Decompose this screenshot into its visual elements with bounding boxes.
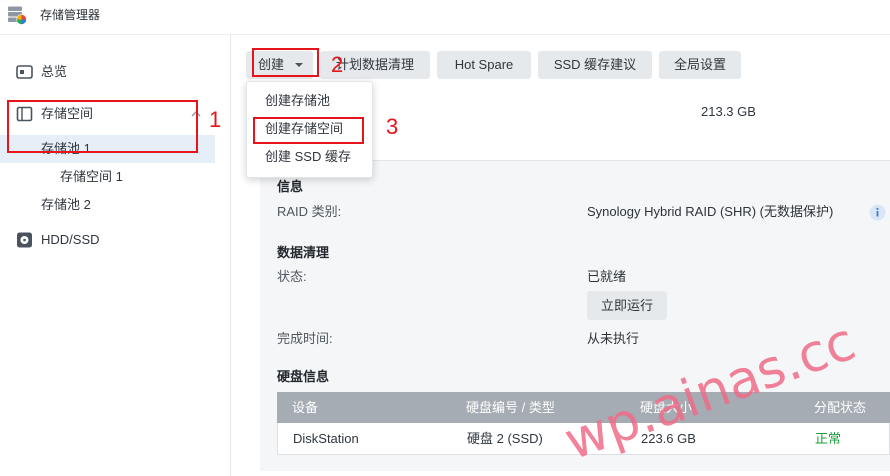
column-header-allocation-status[interactable]: 分配状态 bbox=[814, 392, 866, 423]
menu-item-create-ssd-cache[interactable]: 创建 SSD 缓存 bbox=[247, 143, 372, 171]
annotation-box-1 bbox=[7, 100, 198, 153]
sidebar-item-volume-1[interactable]: 存储空间 1 bbox=[0, 163, 215, 191]
sidebar-item-label: HDD/SSD bbox=[41, 232, 100, 247]
drive-info-heading: 硬盘信息 bbox=[277, 369, 330, 384]
annotation-box-3 bbox=[253, 117, 364, 144]
annotation-box-2 bbox=[252, 48, 319, 77]
annotation-number-1: 1 bbox=[209, 107, 222, 132]
global-settings-button[interactable]: 全局设置 bbox=[659, 51, 741, 79]
overview-icon bbox=[16, 64, 33, 80]
storage-manager-window: 存储管理器 总览 存储空间 存储池 1 存储空间 1 存储池 2 HDD/SSD… bbox=[0, 0, 890, 476]
raid-type-label: RAID 类别: bbox=[277, 204, 342, 219]
cell-device: DiskStation bbox=[293, 431, 359, 446]
hot-spare-button[interactable]: Hot Spare bbox=[437, 51, 531, 79]
annotation-number-2: 2 bbox=[331, 52, 344, 77]
raid-type-value: Synology Hybrid RAID (SHR) (无数据保护) bbox=[587, 204, 834, 219]
last-run-value: 从未执行 bbox=[587, 331, 640, 346]
cell-allocation-status: 正常 bbox=[815, 431, 842, 446]
sidebar-item-label: 存储池 2 bbox=[41, 197, 91, 212]
info-icon[interactable] bbox=[869, 204, 886, 221]
info-heading: 信息 bbox=[277, 179, 304, 194]
main-content: 创建 计划数据清理 Hot Spare SSD 缓存建议 全局设置 213.3 … bbox=[231, 35, 890, 476]
cell-drive-number-type: 硬盘 2 (SSD) bbox=[467, 431, 543, 446]
menu-item-create-storage-pool[interactable]: 创建存储池 bbox=[247, 87, 372, 115]
sidebar-item-overview[interactable]: 总览 bbox=[0, 58, 215, 86]
column-header-device[interactable]: 设备 bbox=[292, 392, 318, 423]
sidebar-item-label: 存储空间 1 bbox=[60, 169, 123, 184]
window-title: 存储管理器 bbox=[40, 8, 101, 22]
sidebar-item-storage-pool-2[interactable]: 存储池 2 bbox=[0, 191, 215, 219]
run-now-button[interactable]: 立即运行 bbox=[587, 291, 667, 320]
last-run-label: 完成时间: bbox=[277, 331, 333, 346]
ssd-cache-advisor-button[interactable]: SSD 缓存建议 bbox=[538, 51, 652, 79]
pool-capacity: 213.3 GB bbox=[701, 104, 756, 119]
annotation-number-3: 3 bbox=[386, 114, 399, 139]
scrubbing-status-value: 已就绪 bbox=[587, 269, 627, 284]
data-scrubbing-heading: 数据清理 bbox=[277, 245, 330, 260]
sidebar-item-hdd-ssd[interactable]: HDD/SSD bbox=[0, 226, 215, 254]
scrubbing-status-label: 状态: bbox=[277, 269, 307, 284]
storage-manager-app-icon bbox=[7, 5, 27, 25]
column-header-drive-number-type[interactable]: 硬盘编号 / 类型 bbox=[466, 392, 555, 423]
title-bar: 存储管理器 bbox=[0, 0, 890, 35]
sidebar-item-label: 总览 bbox=[41, 64, 68, 79]
hdd-ssd-icon bbox=[16, 232, 33, 248]
